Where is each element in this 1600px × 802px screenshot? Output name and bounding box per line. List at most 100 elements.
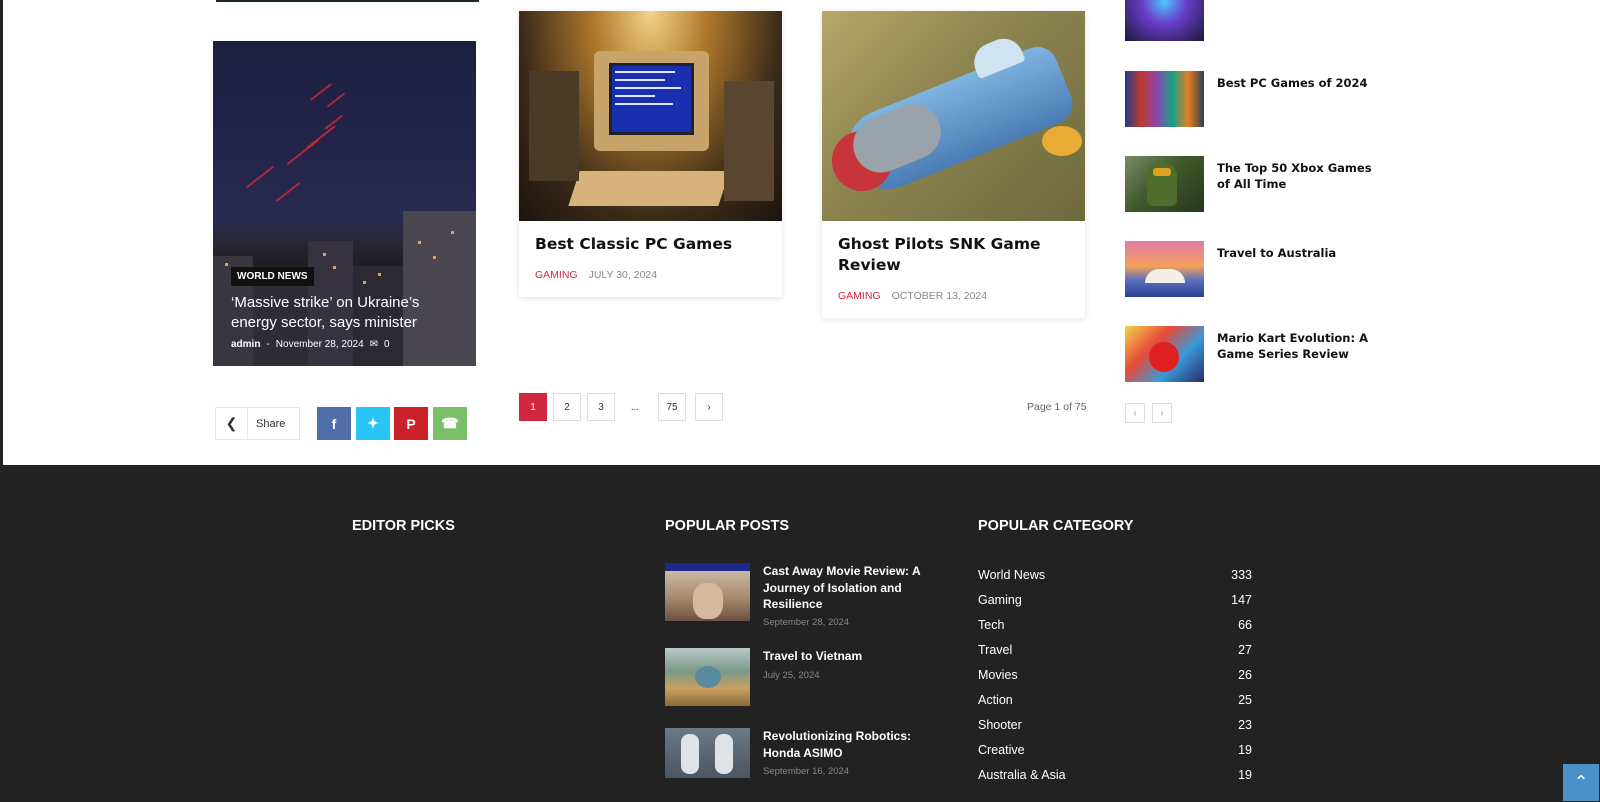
post-meta: GAMING OCTOBER 13, 2024 (822, 276, 1085, 318)
category-item-travel[interactable]: Travel 27 (978, 643, 1252, 657)
article-meta: admin - November 28, 2024 ✉ 0 (231, 339, 390, 350)
popular-post-thumbnail[interactable] (665, 563, 750, 621)
category-name[interactable]: Tech (978, 618, 1004, 632)
post-date: OCTOBER 13, 2024 (891, 290, 988, 302)
post-thumbnail[interactable] (519, 11, 782, 221)
separator: - (266, 339, 270, 350)
popular-post-title[interactable]: Revolutionizing Robotics: Honda ASIMO (763, 728, 943, 761)
image-detail (245, 165, 275, 189)
post-category[interactable]: GAMING (535, 269, 578, 281)
category-count: 19 (1238, 768, 1252, 782)
category-item-tech[interactable]: Tech 66 (978, 618, 1252, 632)
sidebar-thumbnail[interactable] (1125, 71, 1204, 127)
category-count: 19 (1238, 743, 1252, 757)
popular-post-date: July 25, 2024 (763, 670, 820, 681)
sidebar-item-title[interactable]: Travel to Australia (1217, 245, 1387, 261)
comment-count[interactable]: 0 (384, 339, 390, 350)
page-75-button[interactable]: 75 (658, 393, 686, 421)
post-card[interactable]: Ghost Pilots SNK Game Review GAMING OCTO… (822, 11, 1085, 318)
share-icon: ❮ (216, 408, 248, 439)
sidebar-item[interactable]: The Top 50 Xbox Games of All Time (1125, 156, 1395, 212)
sidebar-item-title[interactable]: Mario Kart Evolution: A Game Series Revi… (1217, 330, 1387, 362)
category-name[interactable]: Action (978, 693, 1013, 707)
category-count: 23 (1238, 718, 1252, 732)
popular-post-thumbnail[interactable] (665, 648, 750, 706)
popular-post-item[interactable]: Travel to Vietnam July 25, 2024 (665, 648, 945, 708)
popular-posts-heading: POPULAR POSTS (665, 518, 790, 534)
category-name[interactable]: Gaming (978, 593, 1022, 607)
sidebar-item[interactable] (1125, 0, 1395, 41)
world-news-card[interactable]: WORLD NEWS ‘Massive strike’ on Ukraine’s… (213, 41, 476, 366)
share-label: Share (256, 417, 286, 430)
whatsapp-share-button[interactable]: ☎ (433, 407, 467, 440)
facebook-icon: f (331, 415, 337, 432)
pinterest-icon: P (406, 415, 416, 432)
post-category[interactable]: GAMING (838, 290, 881, 302)
editor-picks-heading: EDITOR PICKS (352, 518, 455, 534)
twitter-icon: ✦ (367, 415, 379, 431)
back-to-top-button[interactable]: ⌃ (1563, 764, 1599, 801)
chevron-right-icon: › (707, 401, 711, 413)
category-tag[interactable]: WORLD NEWS (231, 267, 314, 286)
sidebar-item[interactable]: Best PC Games of 2024 (1125, 71, 1395, 127)
article-title[interactable]: ‘Massive strike’ on Ukraine’s energy sec… (231, 293, 461, 333)
popular-post-date: September 28, 2024 (763, 617, 850, 628)
popular-post-item[interactable]: Cast Away Movie Review: A Journey of Iso… (665, 563, 945, 633)
popular-post-item[interactable]: Revolutionizing Robotics: Honda ASIMO Se… (665, 728, 945, 788)
category-name[interactable]: Shooter (978, 718, 1022, 732)
twitter-share-button[interactable]: ✦ (356, 407, 390, 440)
post-title[interactable]: Ghost Pilots SNK Game Review (822, 221, 1085, 276)
facebook-share-button[interactable]: f (317, 407, 351, 440)
post-title[interactable]: Best Classic PC Games (519, 221, 782, 255)
page-3-button[interactable]: 3 (587, 393, 615, 421)
pinterest-share-button[interactable]: P (394, 407, 428, 440)
category-item-movies[interactable]: Movies 26 (978, 668, 1252, 682)
sidebar-item-title[interactable]: The Top 50 Xbox Games of All Time (1217, 160, 1387, 192)
category-item-gaming[interactable]: Gaming 147 (978, 593, 1252, 607)
share-button[interactable]: ❮ Share (215, 407, 300, 440)
category-count: 25 (1238, 693, 1252, 707)
category-name[interactable]: Australia & Asia (978, 768, 1066, 782)
category-item-shooter[interactable]: Shooter 23 (978, 718, 1252, 732)
sidebar-thumbnail[interactable] (1125, 326, 1204, 382)
comment-icon: ✉ (369, 339, 379, 350)
sidebar-thumbnail[interactable] (1125, 156, 1204, 212)
category-item-australia-asia[interactable]: Australia & Asia 19 (978, 768, 1252, 782)
popular-post-thumbnail[interactable] (665, 728, 750, 778)
sidebar-thumbnail[interactable] (1125, 0, 1204, 41)
whatsapp-icon: ☎ (441, 415, 459, 431)
next-page-button[interactable]: › (695, 393, 723, 421)
category-count: 66 (1238, 618, 1252, 632)
sidebar-item[interactable]: Travel to Australia (1125, 241, 1395, 297)
category-name[interactable]: World News (978, 568, 1045, 582)
sidebar-next-button[interactable]: › (1152, 403, 1172, 423)
category-count: 26 (1238, 668, 1252, 682)
category-item-world-news[interactable]: World News 333 (978, 568, 1252, 582)
popular-post-date: September 16, 2024 (763, 766, 850, 777)
category-name[interactable]: Travel (978, 643, 1012, 657)
popular-post-title[interactable]: Cast Away Movie Review: A Journey of Iso… (763, 563, 943, 613)
post-thumbnail[interactable] (822, 11, 1085, 221)
category-name[interactable]: Movies (978, 668, 1018, 682)
article-date: November 28, 2024 (275, 339, 364, 350)
page-2-button[interactable]: 2 (553, 393, 581, 421)
author-name[interactable]: admin (231, 339, 260, 350)
image-detail (306, 125, 336, 149)
category-count: 147 (1231, 593, 1252, 607)
page-indicator: Page 1 of 75 (1027, 401, 1087, 413)
post-card[interactable]: Best Classic PC Games GAMING JULY 30, 20… (519, 11, 782, 297)
category-item-creative[interactable]: Creative 19 (978, 743, 1252, 757)
popular-post-title[interactable]: Travel to Vietnam (763, 648, 943, 665)
sidebar-thumbnail[interactable] (1125, 241, 1204, 297)
category-name[interactable]: Creative (978, 743, 1025, 757)
post-date: JULY 30, 2024 (588, 269, 658, 281)
category-item-action[interactable]: Action 25 (978, 693, 1252, 707)
sidebar-item-title[interactable]: Best PC Games of 2024 (1217, 75, 1387, 91)
arrow-up-icon: ⌃ (1573, 772, 1589, 792)
sidebar-item[interactable]: Mario Kart Evolution: A Game Series Revi… (1125, 326, 1395, 382)
category-count: 333 (1231, 568, 1252, 582)
post-meta: GAMING JULY 30, 2024 (519, 255, 782, 297)
image-detail (275, 181, 301, 203)
page-1-button[interactable]: 1 (519, 393, 547, 421)
sidebar-prev-button[interactable]: ‹ (1125, 403, 1145, 423)
